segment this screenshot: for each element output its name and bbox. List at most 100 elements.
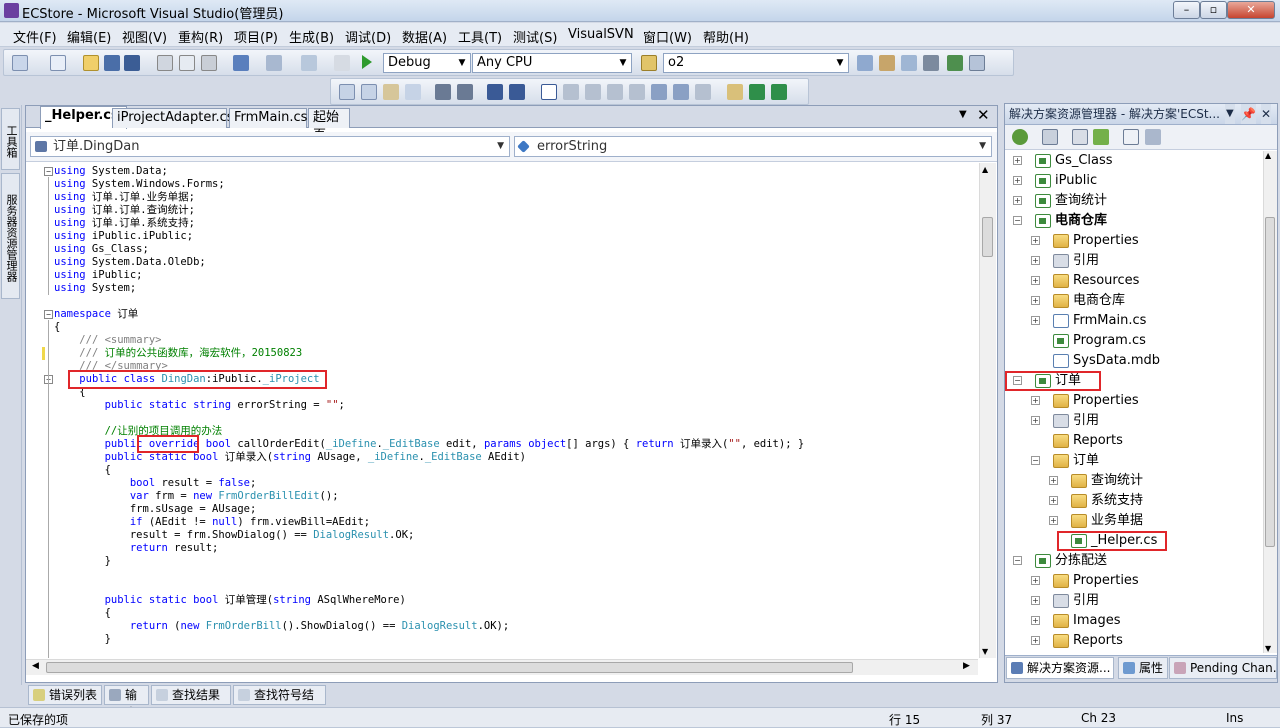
open-icon[interactable] (83, 55, 99, 71)
clear-bookmarks-icon[interactable] (695, 84, 711, 100)
properties-icon[interactable] (879, 55, 895, 71)
tab-find-symbol-results[interactable]: 查找符号结果 (233, 685, 326, 720)
expand-icon[interactable]: + (1031, 636, 1040, 645)
menu-item-9[interactable]: 测试(S) (513, 27, 557, 46)
uncomment-icon[interactable] (509, 84, 525, 100)
tree-node[interactable]: + 查询统计 (1005, 471, 1261, 491)
start-page-icon[interactable] (947, 55, 963, 71)
expand-icon[interactable]: + (1031, 396, 1040, 405)
fold-toggle-icon[interactable]: − (44, 310, 53, 319)
menu-item-4[interactable]: 项目(P) (234, 27, 278, 46)
close-pane-icon[interactable]: ✕ (1261, 104, 1272, 124)
close-button[interactable]: ✕ (1227, 1, 1275, 19)
navigate-icon[interactable] (301, 55, 317, 71)
tree-node[interactable]: − 订单 (1005, 451, 1261, 471)
maximize-button[interactable]: ▫ (1200, 1, 1227, 19)
svn-update-icon[interactable] (727, 84, 743, 100)
tab-solution-explorer[interactable]: 解决方案资源... (1006, 657, 1114, 679)
collapse-icon[interactable]: − (1013, 556, 1022, 565)
tree-node[interactable]: SysData.mdb (1005, 351, 1261, 371)
tree-node[interactable]: + 查询统计 (1005, 191, 1261, 211)
solution-config-combo[interactable]: Debug ▼ (383, 53, 471, 73)
tree-node[interactable]: + Gs_Class (1005, 151, 1261, 171)
prev-bookmark-doc-icon[interactable] (651, 84, 667, 100)
menu-item-5[interactable]: 生成(B) (289, 27, 334, 46)
prev-bookmark-icon[interactable] (563, 84, 579, 100)
next-bookmark-icon[interactable] (585, 84, 601, 100)
new-project-icon[interactable] (12, 55, 28, 71)
navigate-forward-icon[interactable] (334, 55, 350, 71)
fold-toggle-icon[interactable]: − (44, 167, 53, 176)
tab-frmmain-cs[interactable]: FrmMain.cs (229, 108, 307, 128)
scroll-right-icon[interactable]: ▶ (963, 661, 970, 671)
member-combo[interactable]: errorString ▼ (514, 136, 992, 157)
horizontal-scroll-thumb[interactable] (46, 662, 853, 673)
menu-item-3[interactable]: 重构(R) (178, 27, 223, 46)
tree-node[interactable]: + 系统支持 (1005, 491, 1261, 511)
vertical-scroll-thumb[interactable] (982, 217, 993, 257)
expand-icon[interactable]: + (1013, 156, 1022, 165)
tab-output[interactable]: 输出 (104, 685, 149, 720)
list-members-icon[interactable] (339, 84, 355, 100)
solution-explorer-icon[interactable] (857, 55, 873, 71)
prev-bookmark-folder-icon[interactable] (607, 84, 623, 100)
tab-properties[interactable]: 属性 (1118, 657, 1168, 679)
menu-item-11[interactable]: 窗口(W) (643, 27, 692, 46)
scroll-up-icon[interactable]: ▲ (982, 165, 988, 174)
tab-start-page[interactable]: 起始页 (308, 108, 350, 143)
expand-icon[interactable]: + (1049, 516, 1058, 525)
auto-hide-pin-icon[interactable]: 📌 (1241, 104, 1256, 124)
tree-node[interactable]: − 电商仓库 (1005, 211, 1261, 231)
arrow-down-icon[interactable] (749, 84, 765, 100)
menu-item-0[interactable]: 文件(F) (13, 27, 57, 46)
collapse-icon[interactable]: − (1013, 216, 1022, 225)
platform-combo[interactable]: Any CPU ▼ (472, 53, 632, 73)
tree-node[interactable]: − 分拣配送 (1005, 551, 1261, 571)
next-bookmark-doc-icon[interactable] (673, 84, 689, 100)
scroll-left-icon[interactable]: ◀ (32, 661, 39, 671)
tab-find-results[interactable]: 查找结果 1 (151, 685, 231, 720)
tree-node[interactable]: + 业务单据 (1005, 511, 1261, 531)
cut-icon[interactable] (157, 55, 173, 71)
tree-node[interactable]: + Reports (1005, 631, 1261, 651)
tree-node[interactable]: + Resources (1005, 271, 1261, 291)
pane-menu-chevron-icon[interactable]: ▼ (1225, 104, 1235, 124)
tree-node[interactable]: + Images (1005, 611, 1261, 631)
menu-item-8[interactable]: 工具(T) (458, 27, 502, 46)
copy-icon[interactable] (179, 55, 195, 71)
tree-node[interactable]: + Properties (1005, 571, 1261, 591)
class-diagram-icon[interactable] (1145, 129, 1161, 145)
vertical-scrollbar[interactable]: ▲ ▼ (979, 163, 996, 658)
arrow-up-icon[interactable] (771, 84, 787, 100)
code-area[interactable]: using System.Data; using System.Windows.F… (26, 163, 978, 658)
tab-list-chevron-icon[interactable]: ▼ (959, 109, 967, 120)
view-designer-icon[interactable] (1123, 129, 1139, 145)
expand-icon[interactable]: + (1031, 256, 1040, 265)
add-item-icon[interactable] (50, 55, 66, 71)
horizontal-scrollbar[interactable]: ◀ ▶ (26, 659, 978, 675)
solution-scrollbar[interactable]: ▲ ▼ (1263, 151, 1277, 653)
start-debug-icon[interactable] (362, 55, 372, 69)
expand-icon[interactable]: + (1031, 576, 1040, 585)
refresh-icon[interactable] (1072, 129, 1088, 145)
scroll-down-icon[interactable]: ▼ (982, 647, 988, 656)
tree-node[interactable]: + 引用 (1005, 251, 1261, 271)
comment-out-icon[interactable] (487, 84, 503, 100)
class-combo[interactable]: 订单.DingDan ▼ (30, 136, 510, 157)
menu-item-10[interactable]: VisualSVN (568, 27, 634, 42)
tab-pending-changes[interactable]: Pending Chan... (1169, 657, 1277, 679)
expand-icon[interactable]: + (1049, 496, 1058, 505)
tree-node[interactable]: Program.cs (1005, 331, 1261, 351)
server-explorer-tab[interactable]: 服务器资源管理器 (1, 173, 20, 299)
parameter-info-icon[interactable] (361, 84, 377, 100)
increase-indent-icon[interactable] (457, 84, 473, 100)
expand-icon[interactable]: + (1031, 236, 1040, 245)
close-tab-icon[interactable]: ✕ (977, 106, 990, 124)
expand-icon[interactable]: + (1031, 316, 1040, 325)
complete-word-icon[interactable] (405, 84, 421, 100)
collapse-icon[interactable]: − (1031, 456, 1040, 465)
expand-icon[interactable]: + (1031, 416, 1040, 425)
show-all-files-icon[interactable] (1042, 129, 1058, 145)
toggle-bookmark-icon[interactable] (541, 84, 557, 100)
expand-icon[interactable]: + (1031, 596, 1040, 605)
